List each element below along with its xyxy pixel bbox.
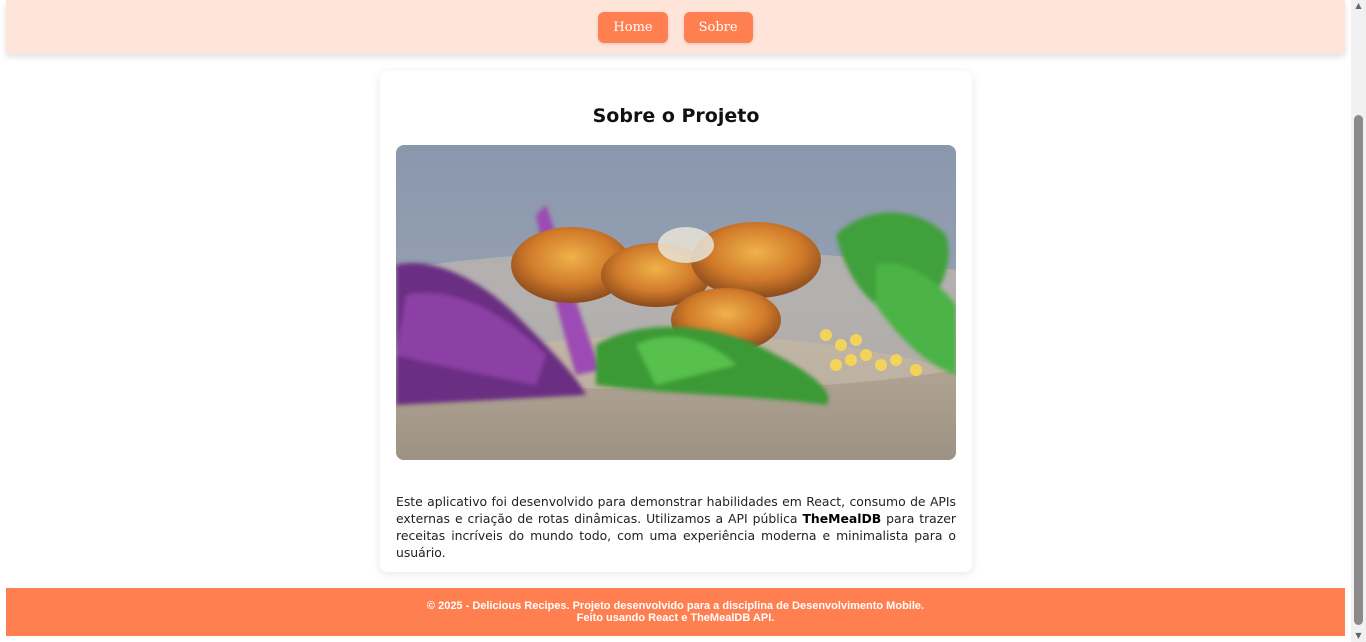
hero-image — [396, 145, 956, 460]
about-button[interactable]: Sobre — [683, 11, 753, 43]
about-card: Sobre o Projeto Este aplicativo foi dese… — [380, 71, 972, 572]
page: Home Sobre Sobre o Projeto Este aplicati… — [0, 0, 1351, 642]
footer-copyright: © 2025 - Delicious Recipes. Projeto dese… — [426, 600, 925, 612]
salad-bowl-photo — [396, 145, 956, 460]
navbar: Home Sobre — [6, 0, 1345, 54]
scroll-up-icon[interactable]: ▲ — [1354, 2, 1363, 10]
vertical-scrollbar[interactable]: ▲ ▼ — [1351, 0, 1366, 642]
footer: © 2025 - Delicious Recipes. Projeto dese… — [6, 588, 1345, 636]
api-name: TheMealDB — [802, 511, 882, 526]
project-description: Este aplicativo foi desenvolvido para de… — [396, 493, 956, 561]
scroll-down-icon[interactable]: ▼ — [1354, 632, 1363, 640]
home-button[interactable]: Home — [598, 11, 668, 43]
page-title: Sobre o Projeto — [592, 105, 760, 127]
footer-credits: Feito usando React e TheMealDB API. — [576, 612, 775, 624]
scroll-thumb[interactable] — [1354, 115, 1363, 625]
